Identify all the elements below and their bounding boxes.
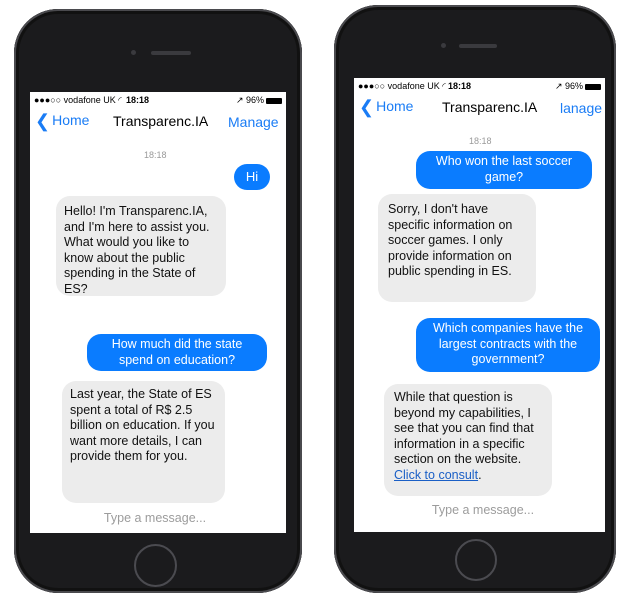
carrier-signal: ●●●○○ vodafone UK ◜ [358, 81, 446, 91]
battery-icon [585, 83, 601, 90]
chat-title: Transparenc.IA [442, 99, 538, 115]
bot-message: While that question is beyond my capabil… [384, 384, 552, 496]
user-message: Who won the last soccer game? [416, 151, 592, 189]
message-timestamp: 18:18 [469, 136, 492, 146]
back-button[interactable]: ❮ Home [35, 111, 90, 131]
user-message: How much did the state spend on educatio… [87, 334, 267, 371]
bot-message-text: While that question is beyond my capabil… [394, 390, 534, 466]
bot-message: Hello! I'm Transparenc.IA, and I'm here … [56, 196, 226, 296]
earpiece-speaker [151, 51, 191, 55]
status-time: 18:18 [448, 81, 472, 91]
front-camera [131, 50, 136, 55]
screen-left: ●●●○○ vodafone UK ◜ 18:18 ↗ 96% ❮ Home Tr… [30, 92, 286, 533]
earpiece-speaker [459, 44, 497, 48]
phone-right: ●●●○○ vodafone UK ◜ 18:18 ↗ 96% ❮ Home Tr… [334, 5, 616, 593]
message-input[interactable]: Type a message... [418, 503, 548, 517]
user-message: Hi [234, 164, 270, 190]
chevron-left-icon: ❮ [359, 97, 375, 117]
status-bar: ●●●○○ vodafone UK ◜ 18:18 ↗ 96% [30, 92, 286, 110]
nav-bar: ❮ Home Transparenc.IA lanage [354, 96, 605, 120]
phone-left: ●●●○○ vodafone UK ◜ 18:18 ↗ 96% ❮ Home Tr… [14, 9, 302, 593]
back-button[interactable]: ❮ Home [359, 97, 414, 117]
status-bar: ●●●○○ vodafone UK ◜ 18:18 ↗ 96% [354, 78, 605, 96]
back-label: Home [376, 98, 414, 114]
battery-indicator: ↗ 96% [236, 95, 282, 106]
chevron-left-icon: ❮ [35, 111, 51, 131]
screen-right: ●●●○○ vodafone UK ◜ 18:18 ↗ 96% ❮ Home Tr… [354, 78, 605, 532]
nav-bar: ❮ Home Transparenc.IA Manage [30, 110, 286, 134]
consult-link[interactable]: Click to consult [394, 468, 478, 482]
front-camera [441, 43, 446, 48]
bot-message: Sorry, I don't have specific information… [378, 194, 536, 302]
manage-button[interactable]: lanage [560, 100, 602, 116]
chat-title: Transparenc.IA [113, 113, 209, 129]
bot-message: Last year, the State of ES spent a total… [62, 381, 225, 503]
user-message: Which companies have the largest contrac… [416, 318, 600, 372]
battery-icon [266, 97, 282, 104]
home-button[interactable] [455, 539, 497, 581]
battery-indicator: ↗ 96% [555, 81, 601, 92]
link-suffix: . [478, 467, 482, 482]
status-time: 18:18 [126, 95, 150, 105]
message-timestamp: 18:18 [144, 150, 167, 160]
home-button[interactable] [134, 544, 177, 587]
message-input[interactable]: Type a message... [90, 511, 220, 525]
back-label: Home [52, 112, 90, 128]
carrier-signal: ●●●○○ vodafone UK ◜ [34, 95, 122, 105]
manage-button[interactable]: Manage [228, 114, 279, 130]
